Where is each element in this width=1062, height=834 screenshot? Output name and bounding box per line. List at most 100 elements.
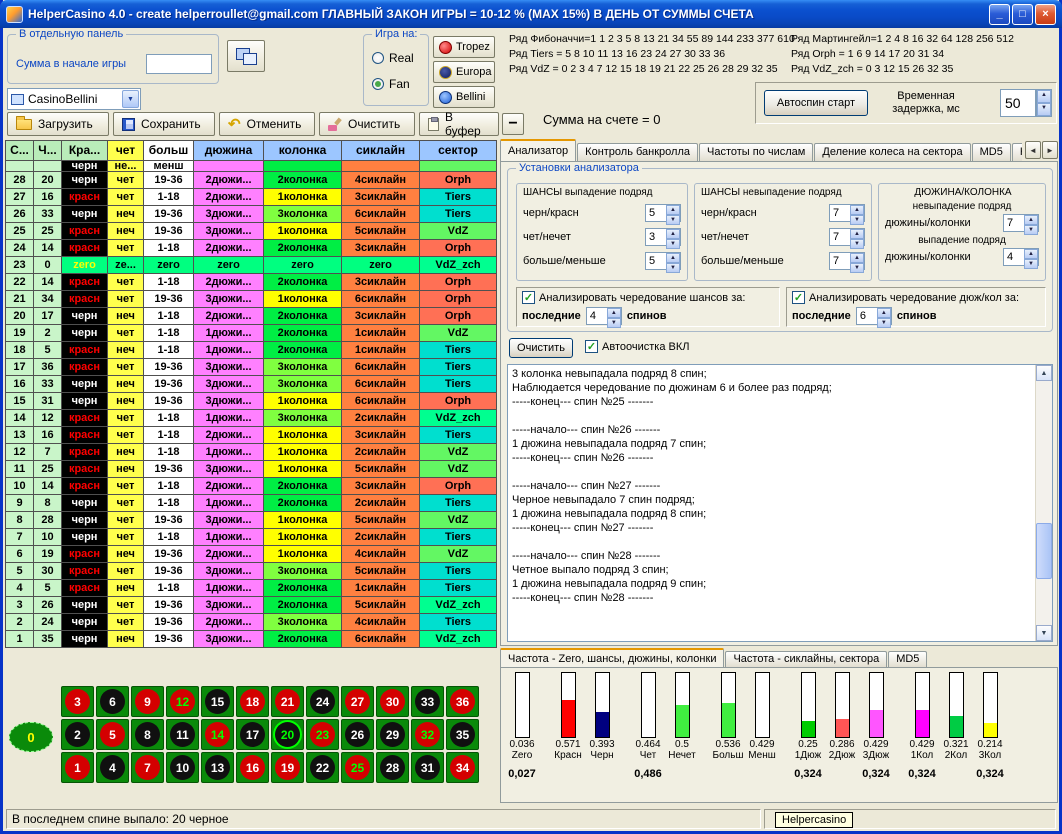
- roulette-number[interactable]: 36: [450, 689, 475, 714]
- column-header[interactable]: дюжина: [194, 141, 264, 161]
- roulette-number[interactable]: 4: [100, 755, 125, 780]
- table-row[interactable]: 192чернчет1-181дюжи...2колонка1сиклайнVd…: [6, 325, 497, 342]
- load-button[interactable]: Загрузить: [7, 112, 109, 136]
- spin-down-icon[interactable]: ▼: [607, 318, 621, 328]
- spinner[interactable]: ▲▼: [586, 307, 622, 325]
- autospin-start-button[interactable]: Автоспин старт: [764, 90, 868, 116]
- roulette-number[interactable]: 9: [135, 689, 160, 714]
- close-button[interactable]: ×: [1035, 4, 1056, 25]
- column-header[interactable]: колонка: [264, 141, 342, 161]
- roulette-cell[interactable]: 36: [446, 686, 479, 717]
- roulette-cell[interactable]: 30: [376, 686, 409, 717]
- table-row[interactable]: 2414краснчет1-182дюжи...2колонка3сиклайн…: [6, 240, 497, 257]
- spin-down-icon[interactable]: ▼: [850, 215, 864, 225]
- tropez-button[interactable]: Tropez: [433, 36, 495, 58]
- spinner-input[interactable]: [646, 205, 666, 221]
- scroll-down-icon[interactable]: ▼: [1036, 625, 1052, 641]
- column-header[interactable]: сиклайн: [342, 141, 420, 161]
- roulette-cell[interactable]: 29: [376, 719, 409, 750]
- spin-up-icon[interactable]: ▲: [666, 205, 680, 215]
- freq-tab-2[interactable]: MD5: [888, 651, 927, 667]
- table-row[interactable]: 2525красннеч19-363дюжи...1колонка5сиклай…: [6, 223, 497, 240]
- table-row[interactable]: 1531черннеч19-363дюжи...1колонка6сиклайн…: [6, 393, 497, 410]
- main-tab-0[interactable]: Анализатор: [500, 139, 576, 161]
- roulette-cell[interactable]: 28: [376, 752, 409, 783]
- main-tab-4[interactable]: MD5: [972, 143, 1011, 161]
- roulette-cell[interactable]: 25: [341, 752, 374, 783]
- spinner-input[interactable]: [1004, 249, 1024, 265]
- spinner-input[interactable]: [1004, 215, 1024, 231]
- tab-scroll-right-button[interactable]: ►: [1042, 141, 1058, 159]
- table-row[interactable]: 185красннеч1-181дюжи...2колонка1сиклайнT…: [6, 342, 497, 359]
- spinner[interactable]: ▲▼: [645, 252, 681, 270]
- spin-up-icon[interactable]: ▲: [607, 308, 621, 318]
- radio-real-icon[interactable]: [372, 52, 384, 64]
- roulette-number[interactable]: 33: [415, 689, 440, 714]
- roulette-cell[interactable]: 13: [201, 752, 234, 783]
- roulette-cell[interactable]: 3: [61, 686, 94, 717]
- table-row[interactable]: 1316краснчет1-182дюжи...1колонка3сиклайн…: [6, 427, 497, 444]
- start-sum-input[interactable]: [146, 54, 212, 74]
- roulette-number[interactable]: 25: [345, 755, 370, 780]
- roulette-number[interactable]: 21: [275, 689, 300, 714]
- scroll-track[interactable]: [1036, 381, 1052, 625]
- table-row[interactable]: 1125красннеч19-363дюжи...1колонка5сиклай…: [6, 461, 497, 478]
- roulette-number[interactable]: 31: [415, 755, 440, 780]
- roulette-cell[interactable]: 21: [271, 686, 304, 717]
- table-row[interactable]: 828чернчет19-363дюжи...1колонка5сиклайнV…: [6, 512, 497, 529]
- log-scrollbar[interactable]: ▲ ▼: [1035, 365, 1052, 641]
- roulette-cell[interactable]: 2: [61, 719, 94, 750]
- spin-up-icon[interactable]: ▲: [850, 205, 864, 215]
- roulette-zero[interactable]: 0: [9, 722, 53, 752]
- table-row[interactable]: 1633черннеч19-363дюжи...3колонка6сиклайн…: [6, 376, 497, 393]
- buffer-button[interactable]: В буфер: [419, 112, 499, 136]
- spin-down-icon[interactable]: ▼: [666, 215, 680, 225]
- roulette-number[interactable]: 15: [205, 689, 230, 714]
- spin-down-icon[interactable]: ▼: [850, 263, 864, 273]
- roulette-cell[interactable]: 34: [446, 752, 479, 783]
- spin-down-icon[interactable]: ▼: [850, 239, 864, 249]
- column-header[interactable]: Кра...: [62, 141, 108, 161]
- undo-button[interactable]: ↶ Отменить: [219, 112, 315, 136]
- spin-up-icon[interactable]: ▲: [1024, 215, 1038, 225]
- column-header[interactable]: Ч...: [34, 141, 62, 161]
- roulette-number[interactable]: 28: [380, 755, 405, 780]
- spinner[interactable]: ▲▼: [1003, 248, 1039, 266]
- roulette-number[interactable]: 18: [240, 689, 265, 714]
- spinner[interactable]: ▲▼: [645, 204, 681, 222]
- table-row[interactable]: 2134краснчет19-363дюжи...1колонка6сиклай…: [6, 291, 497, 308]
- roulette-number[interactable]: 1: [65, 755, 90, 780]
- roulette-cell[interactable]: 9: [131, 686, 164, 717]
- freq-tab-1[interactable]: Частота - сиклайны, сектора: [725, 651, 887, 667]
- table-row[interactable]: 2633черннеч19-363дюжи...3колонка6сиклайн…: [6, 206, 497, 223]
- spinner[interactable]: ▲▼: [829, 252, 865, 270]
- spin-up-icon[interactable]: ▲: [1024, 249, 1038, 259]
- main-tab-2[interactable]: Частоты по числам: [699, 143, 813, 161]
- casino-select[interactable]: CasinoBellini ▼: [7, 88, 141, 110]
- spinner[interactable]: ▲▼: [829, 204, 865, 222]
- table-row[interactable]: 1014краснчет1-182дюжи...2колонка3сиклайн…: [6, 478, 497, 495]
- roulette-number[interactable]: 16: [240, 755, 265, 780]
- detach-panel-button[interactable]: [227, 40, 265, 72]
- autoclear-checkbox[interactable]: ✓: [585, 340, 598, 353]
- spin-up-icon[interactable]: ▲: [666, 253, 680, 263]
- scroll-up-icon[interactable]: ▲: [1036, 365, 1052, 381]
- roulette-cell[interactable]: 6: [96, 686, 129, 717]
- spinner[interactable]: ▲▼: [856, 307, 892, 325]
- table-row[interactable]: 2214краснчет1-182дюжи...2колонка3сиклайн…: [6, 274, 497, 291]
- spinner-input[interactable]: [587, 308, 607, 324]
- roulette-cell[interactable]: 27: [341, 686, 374, 717]
- roulette-number[interactable]: 10: [170, 755, 195, 780]
- roulette-cell[interactable]: 20: [271, 719, 304, 750]
- delay-input[interactable]: [1000, 89, 1036, 117]
- spin-up-icon[interactable]: ▲: [1037, 90, 1051, 103]
- roulette-cell[interactable]: 22: [306, 752, 339, 783]
- main-tab-3[interactable]: Деление колеса на сектора: [814, 143, 970, 161]
- spin-up-icon[interactable]: ▲: [850, 253, 864, 263]
- save-button[interactable]: Сохранить: [113, 112, 215, 136]
- roulette-number[interactable]: 7: [135, 755, 160, 780]
- column-header[interactable]: С...: [6, 141, 34, 161]
- roulette-number[interactable]: 27: [345, 689, 370, 714]
- roulette-number[interactable]: 8: [135, 722, 160, 747]
- titlebar[interactable]: HelperCasino 4.0 - create helperroullet@…: [0, 0, 1062, 28]
